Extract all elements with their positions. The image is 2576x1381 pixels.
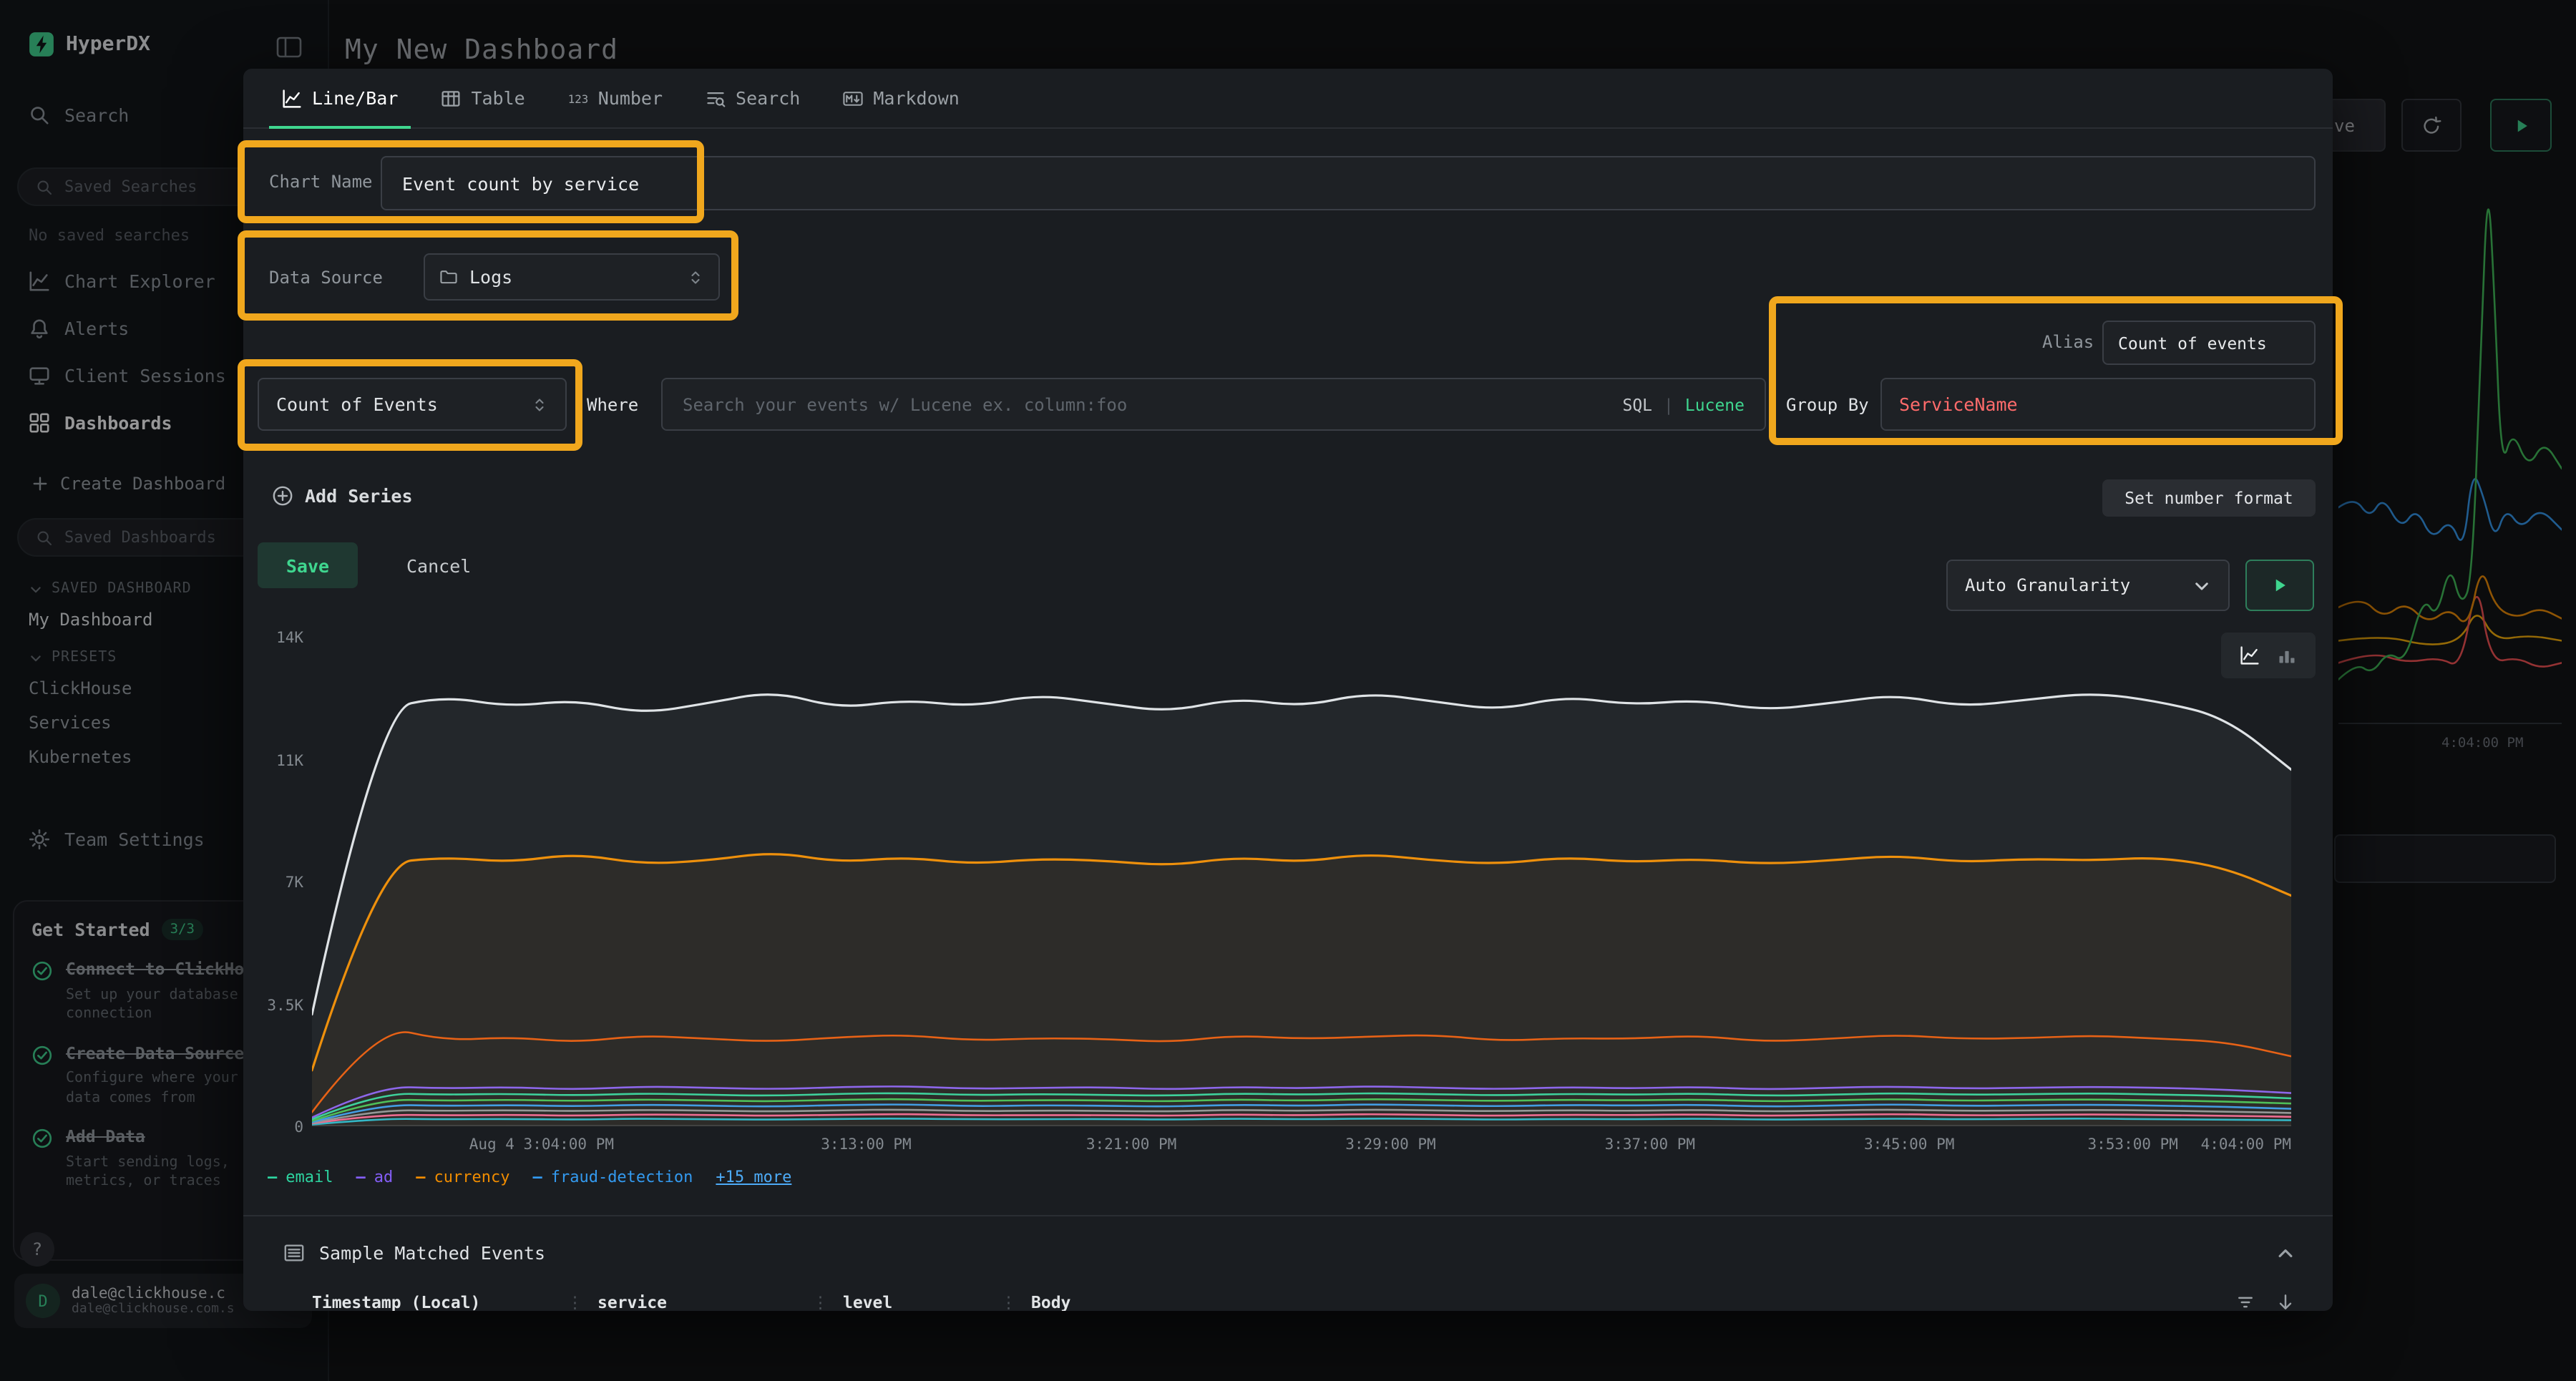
- x-axis-tick: 3:45:00 PM: [1864, 1136, 1954, 1153]
- chevron-updown-icon: [531, 396, 548, 413]
- cancel-button[interactable]: Cancel: [389, 542, 488, 588]
- tab-search[interactable]: Search: [684, 69, 821, 127]
- sql-mode-toggle[interactable]: SQL: [1622, 394, 1652, 414]
- modal-tabs: Line/Bar Table Number Search Markdown: [243, 69, 2333, 129]
- tab-label: Number: [598, 87, 663, 109]
- data-source-label: Data Source: [269, 268, 383, 288]
- y-axis-tick: 11K: [243, 752, 303, 769]
- tab-line-bar[interactable]: Line/Bar: [260, 69, 419, 127]
- group-by-value: ServiceName: [1899, 394, 2018, 415]
- column-header-level[interactable]: level: [843, 1292, 986, 1311]
- chevron-updown-icon: [687, 268, 704, 286]
- group-by-input[interactable]: ServiceName: [1880, 378, 2316, 431]
- set-number-format-button[interactable]: Set number format: [2102, 479, 2316, 517]
- legend-item-ad[interactable]: —ad: [356, 1168, 394, 1186]
- x-axis-tick: 3:13:00 PM: [821, 1136, 911, 1153]
- sort-download-icon[interactable]: [2275, 1292, 2296, 1311]
- legend-label: email: [286, 1168, 333, 1186]
- granularity-select[interactable]: Auto Granularity: [1946, 560, 2230, 611]
- save-button[interactable]: Save: [258, 542, 358, 588]
- data-source-select[interactable]: Logs: [424, 253, 720, 301]
- add-series-button[interactable]: Add Series: [272, 485, 413, 507]
- x-axis-tick: 3:53:00 PM: [2088, 1136, 2178, 1153]
- legend-more-link[interactable]: +15 more: [716, 1168, 791, 1186]
- chart-line-icon: [282, 88, 302, 108]
- main-chart: [312, 637, 2291, 1126]
- chart-editor-modal: Line/Bar Table Number Search Markdown Chart …: [243, 69, 2333, 1311]
- column-separator: ⋮: [1000, 1292, 1017, 1311]
- plus-circle-icon: [272, 485, 293, 507]
- tab-markdown[interactable]: Markdown: [821, 69, 980, 127]
- events-table-header: Timestamp (Local) ⋮ service ⋮ level ⋮ Body: [312, 1292, 2190, 1311]
- alias-label: Alias: [2042, 332, 2094, 352]
- y-axis-tick: 14K: [243, 630, 303, 647]
- granularity-value: Auto Granularity: [1965, 575, 2130, 595]
- column-header-body[interactable]: Body: [1031, 1292, 2190, 1311]
- tab-label: Line/Bar: [312, 87, 398, 109]
- x-axis-tick: Aug 4 3:04:00 PM: [469, 1136, 614, 1153]
- x-axis-tick: 4:04:00 PM: [2201, 1136, 2291, 1153]
- folder-icon: [439, 268, 458, 286]
- x-axis-tick: 3:21:00 PM: [1086, 1136, 1176, 1153]
- legend-label: currency: [434, 1168, 510, 1186]
- x-axis-tick: 3:29:00 PM: [1345, 1136, 1435, 1153]
- y-axis-tick: 0: [243, 1119, 303, 1136]
- column-separator: ⋮: [567, 1292, 583, 1311]
- sample-matched-events-section: Sample Matched Events Timestamp (Local) ⋮…: [243, 1215, 2333, 1311]
- play-icon: [2270, 575, 2290, 595]
- chart-legend: —email —ad —currency —fraud-detection +15 mo…: [268, 1168, 791, 1186]
- tab-table[interactable]: Table: [419, 69, 546, 127]
- alias-input[interactable]: Count of events: [2102, 321, 2316, 365]
- tab-label: Table: [471, 87, 525, 109]
- column-separator: ⋮: [812, 1292, 829, 1311]
- tab-label: Search: [736, 87, 800, 109]
- y-axis-tick: 3.5K: [243, 997, 303, 1014]
- where-search-input[interactable]: Search your events w/ Lucene ex. column:…: [661, 378, 1766, 431]
- where-label: Where: [587, 395, 638, 415]
- aggregation-select[interactable]: Count of Events: [258, 378, 567, 431]
- table-icon: [441, 88, 461, 108]
- sample-events-header[interactable]: Sample Matched Events: [283, 1242, 545, 1264]
- where-placeholder: Search your events w/ Lucene ex. column:…: [683, 394, 1611, 414]
- collapse-section-chevron-up-icon[interactable]: [2275, 1242, 2296, 1269]
- chart-name-value: Event count by service: [402, 172, 639, 194]
- list-search-icon: [706, 88, 726, 108]
- one23-icon: [568, 88, 588, 108]
- y-axis-tick: 7K: [243, 874, 303, 892]
- list-icon: [283, 1242, 305, 1264]
- tab-label: Markdown: [873, 87, 959, 109]
- chart-name-input[interactable]: Event count by service: [381, 156, 2316, 210]
- legend-label: ad: [374, 1168, 394, 1186]
- column-header-service[interactable]: service: [597, 1292, 798, 1311]
- filter-icon[interactable]: [2235, 1292, 2255, 1311]
- legend-label: fraud-detection: [551, 1168, 693, 1186]
- column-header-timestamp-local[interactable]: Timestamp (Local): [312, 1292, 552, 1311]
- aggregation-value: Count of Events: [276, 394, 438, 415]
- markdown-icon: [843, 88, 863, 108]
- chevron-down-icon: [2192, 576, 2211, 595]
- legend-item-email[interactable]: —email: [268, 1168, 333, 1186]
- group-by-label: Group By: [1786, 395, 1869, 415]
- legend-item-fraud-detection[interactable]: —fraud-detection: [532, 1168, 693, 1186]
- alias-value: Count of events: [2118, 333, 2267, 353]
- legend-item-currency[interactable]: —currency: [416, 1168, 509, 1186]
- lucene-mode-toggle[interactable]: Lucene: [1685, 394, 1745, 414]
- app: HyperDX Search Saved Searches No saved s…: [0, 0, 2576, 1381]
- x-axis-tick: 3:37:00 PM: [1605, 1136, 1695, 1153]
- run-chart-button[interactable]: [2245, 560, 2314, 611]
- data-source-value: Logs: [469, 266, 512, 288]
- chart-name-label: Chart Name: [269, 172, 373, 192]
- tab-number[interactable]: Number: [547, 69, 684, 127]
